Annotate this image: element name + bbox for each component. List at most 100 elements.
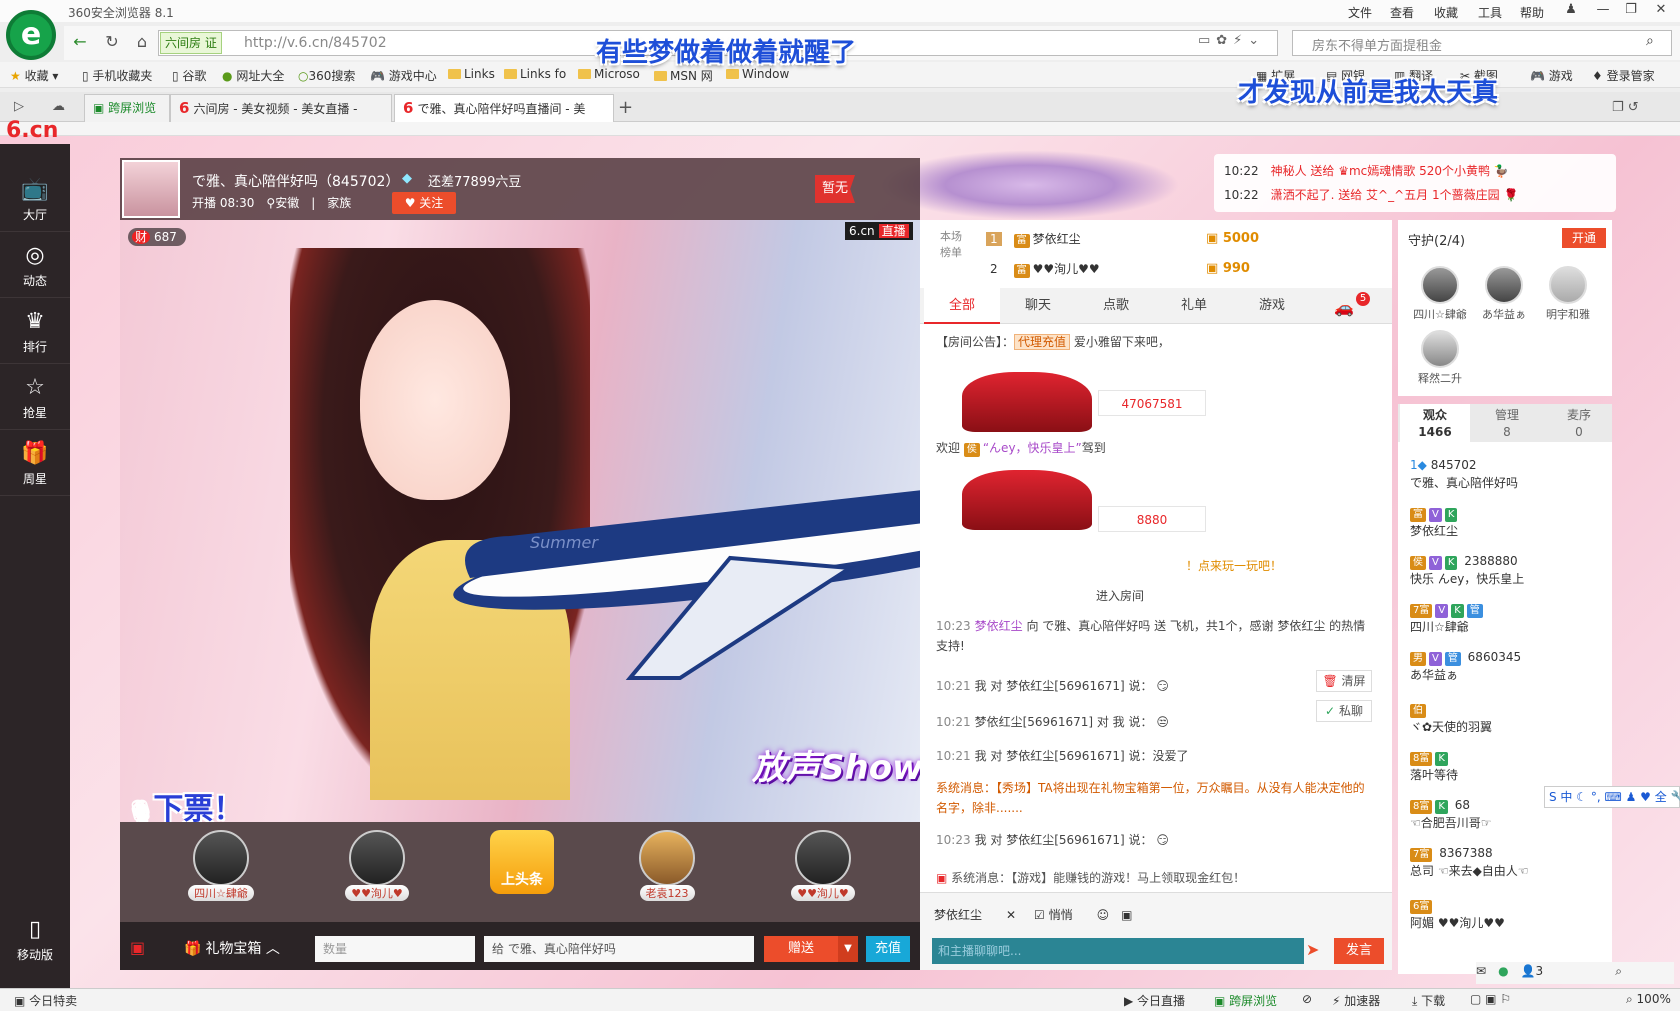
list-item[interactable]: 富 V K 梦依红尘 [1410, 504, 1600, 540]
tab-all[interactable]: 全部 [924, 288, 1000, 324]
back-icon[interactable]: ← [68, 30, 92, 54]
url-text[interactable]: http://v.6.cn/845702 [244, 35, 387, 51]
bookmark-msn[interactable]: MSN 网 [654, 67, 713, 84]
bookmark-window[interactable]: Window [726, 67, 789, 81]
tab-live-room[interactable]: 6 で雅、真心陪伴好吗直播间 - 美 [394, 94, 614, 122]
nav-weekly[interactable]: 🎁 周星 [0, 430, 70, 496]
send-options-icon[interactable]: ▼ [838, 936, 858, 962]
search-icon[interactable]: ⌕ [1646, 33, 1654, 49]
guard-member[interactable]: 释然二升 [1410, 330, 1470, 386]
status-accelerator[interactable]: ⚡ 加速器 [1332, 992, 1380, 1009]
tab-admins[interactable]: 管理 8 [1472, 404, 1542, 442]
bookmark-google[interactable]: ▯ 谷歌 [172, 67, 206, 84]
cloud-icon[interactable]: ☁ [52, 99, 65, 114]
image-icon[interactable]: ▣ [1121, 908, 1132, 922]
menu-tools[interactable]: 工具 [1478, 4, 1502, 21]
quiet-checkbox[interactable]: ☑ 悄悄 ☺ ▣ [1034, 906, 1132, 923]
list-item[interactable]: 伯ヾ✿天使的羽翼 [1410, 700, 1600, 736]
gift-box-toggle[interactable]: 🎁 礼物宝箱 ︿ [184, 938, 280, 958]
game-hint[interactable]: ！点来玩一玩吧！ [936, 556, 1376, 576]
bookmark-mobile[interactable]: ▯ 手机收藏夹 [82, 67, 152, 84]
tool-login[interactable]: ♦ 登录管家 [1592, 67, 1655, 84]
tab-cross-screen[interactable]: ▣ 跨屏浏览 [84, 94, 170, 122]
tab-games[interactable]: 游戏 [1234, 288, 1310, 324]
gift-target-select[interactable]: 给 で雅、真心陪伴好吗 [484, 936, 754, 962]
maximize-icon[interactable]: ❐ [1618, 1, 1644, 19]
car-icon[interactable]: 🚗 [1334, 298, 1354, 317]
check-icon[interactable]: ● [1498, 964, 1508, 978]
wallet-icon[interactable]: ▣ [130, 938, 145, 957]
rank-label[interactable]: 本场榜单 [936, 228, 966, 260]
open-guard-button[interactable]: 开通 [1562, 228, 1606, 248]
zoom-level[interactable]: ⌕ 100% [1626, 992, 1671, 1007]
site-logo[interactable]: 6.cn [6, 118, 58, 143]
list-item[interactable]: 8富 K 落叶等待 [1410, 748, 1600, 784]
guard-member[interactable]: あ华益ぁ [1474, 266, 1534, 322]
restore-tab-icon[interactable]: ❐ ↺ [1612, 100, 1639, 115]
nav-rank[interactable]: ♛ 排行 [0, 298, 70, 364]
nav-hall[interactable]: 📺 大厅 [0, 166, 70, 232]
home-icon[interactable]: ⌂ [130, 30, 154, 54]
tool-game[interactable]: 🎮 游戏 [1530, 67, 1573, 84]
headline-button[interactable]: 上头条 [490, 830, 554, 894]
rank-row[interactable]: 1 富梦依红尘 [986, 230, 1081, 248]
status-today-live[interactable]: ▶ 今日直播 [1124, 992, 1185, 1009]
bookmark-games[interactable]: 🎮 游戏中心 [370, 67, 437, 84]
clear-screen-button[interactable]: 🗑 清屏 [1316, 670, 1372, 692]
tab-chat[interactable]: 聊天 [1000, 288, 1076, 324]
tab-audience[interactable]: 观众 1466 [1400, 404, 1470, 442]
status-download[interactable]: ⤓ 下载 [1412, 992, 1445, 1009]
user-icon[interactable]: 👤 [1521, 964, 1536, 978]
bookmark-links-fo[interactable]: Links fo [504, 67, 566, 81]
bookmark-hao[interactable]: ● 网址大全 [222, 67, 284, 84]
tab-6cn-home[interactable]: 6 六间房 - 美女视频 - 美女直播 - [170, 94, 392, 122]
fan-slot-1[interactable]: 四川☆肆爺 [176, 830, 266, 901]
anchor-avatar[interactable] [122, 160, 180, 218]
new-tab-button[interactable]: + [618, 97, 633, 118]
quantity-input[interactable]: 数量 [315, 936, 475, 962]
status-shield-icon[interactable]: ⊘ [1302, 992, 1312, 1006]
ime-toolbar[interactable]: S 中 ☾ °, ⌨ ♟ ♥ 全 🔧 [1544, 786, 1680, 808]
sidebar-toggle-icon[interactable]: ▷ [14, 99, 24, 114]
browser-logo-icon[interactable]: e [6, 10, 56, 60]
mail-icon[interactable]: ✉ [1476, 964, 1486, 978]
chat-target[interactable]: 梦依红尘 ✕ [934, 906, 1016, 923]
close-icon[interactable]: ✕ [1648, 1, 1674, 19]
list-item[interactable]: 侯VK 2388880 快乐 んey，快乐皇上 [1410, 552, 1600, 588]
address-tools-icon[interactable]: ▭✿⚡⌄ [1198, 33, 1265, 48]
minimize-icon[interactable]: — [1590, 1, 1616, 19]
status-tools-icon[interactable]: ▢ ▣ ⚐ [1470, 992, 1511, 1006]
menu-favorites[interactable]: 收藏 [1434, 4, 1458, 21]
chat-input[interactable]: 和主播聊聊吧... [932, 938, 1304, 964]
nav-star[interactable]: ☆ 抢星 [0, 364, 70, 430]
rank-row[interactable]: 2 富 ♥♥洵儿♥♥ [986, 260, 1100, 278]
refresh-icon[interactable]: ↻ [100, 30, 124, 54]
status-deals[interactable]: ▣ 今日特卖 [14, 992, 77, 1009]
tab-gifts[interactable]: 礼单 [1156, 288, 1232, 324]
bookmark-microso[interactable]: Microso [578, 67, 640, 81]
search-input[interactable]: 房东不得单方面提租金 [1312, 35, 1442, 54]
tab-mic-queue[interactable]: 麦序 0 [1544, 404, 1614, 442]
tab-songs[interactable]: 点歌 [1078, 288, 1154, 324]
menu-view[interactable]: 查看 [1390, 4, 1414, 21]
nav-feed[interactable]: ◎ 动态 [0, 232, 70, 298]
guard-member[interactable]: 明宇和雅 [1538, 266, 1598, 322]
fan-slot-2[interactable]: ♥♥洵儿♥ [332, 830, 422, 901]
list-item[interactable]: 6富 阿媚 ♥♥洵儿♥♥ [1410, 896, 1600, 932]
fan-slot-4[interactable]: 老袁123 [622, 830, 712, 901]
guard-member[interactable]: 四川☆肆爺 [1410, 266, 1470, 322]
bookmark-360search[interactable]: ○360搜索 [298, 67, 355, 84]
menu-help[interactable]: 帮助 [1520, 4, 1544, 21]
site-badge[interactable]: 六间房 证 [160, 32, 222, 54]
list-item[interactable]: 男V管 6860345 あ华益ぁ [1410, 648, 1600, 684]
fan-slot-5[interactable]: ♥♥洵儿♥ [778, 830, 868, 901]
status-cross-screen[interactable]: ▣ 跨屏浏览 [1214, 992, 1277, 1009]
list-item[interactable]: 7富 8367388 总司 ☜来去◆自由人☜ [1410, 844, 1600, 880]
follow-button[interactable]: ♥ 关注 [392, 192, 456, 214]
list-item[interactable]: 7富 V K 管四川☆肆爺 [1410, 600, 1600, 636]
search-icon[interactable]: ⌕ [1615, 964, 1622, 978]
bookmark-links[interactable]: Links [448, 67, 495, 81]
recharge-button[interactable]: 充值 [866, 936, 910, 962]
emoji-icon[interactable]: ☺ [1097, 908, 1110, 922]
list-item[interactable]: 1◆ 845702 で雅、真心陪伴好吗 [1410, 456, 1600, 492]
